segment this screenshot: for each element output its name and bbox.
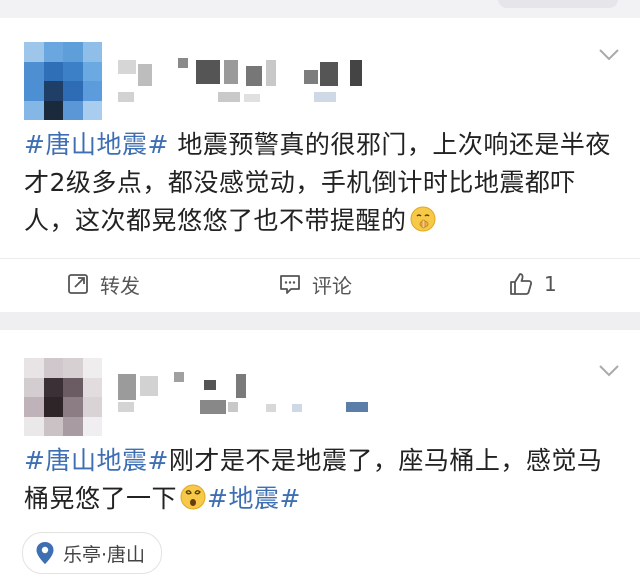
repost-label: 转发 — [100, 273, 140, 298]
post-card: #唐山地震# 地震预警真的很邪门，上次响还是半夜才2级多点，都没感觉动，手机倒计… — [0, 18, 640, 312]
comment-button[interactable]: 评论 — [278, 269, 352, 299]
location-pin-icon — [36, 542, 54, 564]
dizzy-face-emoji — [180, 484, 206, 510]
post-card: #唐山地震#刚才是不是地震了，座马桶上，感觉马桶晃悠了一下 #地震# 乐亭·唐山 — [0, 330, 640, 588]
avatar[interactable] — [24, 358, 102, 436]
hashtag-link[interactable]: #唐山地震# — [24, 130, 169, 159]
post-content: #唐山地震# 地震预警真的很邪门，上次响还是半夜才2级多点，都没感觉动，手机倒计… — [24, 126, 620, 240]
post-meta — [118, 400, 378, 420]
location-label: 乐亭·唐山 — [63, 543, 146, 566]
username[interactable] — [118, 370, 378, 404]
repost-button[interactable]: 转发 — [66, 269, 140, 299]
avatar[interactable] — [24, 42, 102, 120]
shushing-face-emoji — [410, 206, 436, 232]
trailing-hashtag-link[interactable]: #地震# — [207, 484, 301, 513]
post-meta — [118, 90, 378, 110]
comment-label: 评论 — [312, 273, 352, 298]
repost-icon — [68, 274, 88, 294]
top-strip — [0, 0, 640, 18]
like-count: 1 — [544, 272, 557, 296]
chevron-down-icon[interactable] — [598, 48, 620, 62]
location-tag[interactable]: 乐亭·唐山 — [22, 532, 163, 574]
action-bar: 转发 评论 1 — [0, 258, 640, 313]
hashtag-link[interactable]: #唐山地震# — [24, 446, 169, 475]
chevron-down-icon[interactable] — [598, 364, 620, 378]
username[interactable] — [118, 56, 378, 90]
like-icon — [510, 273, 533, 295]
like-button[interactable]: 1 — [508, 269, 557, 299]
comment-icon — [280, 275, 300, 294]
post-content: #唐山地震#刚才是不是地震了，座马桶上，感觉马桶晃悠了一下 #地震# — [24, 442, 620, 518]
